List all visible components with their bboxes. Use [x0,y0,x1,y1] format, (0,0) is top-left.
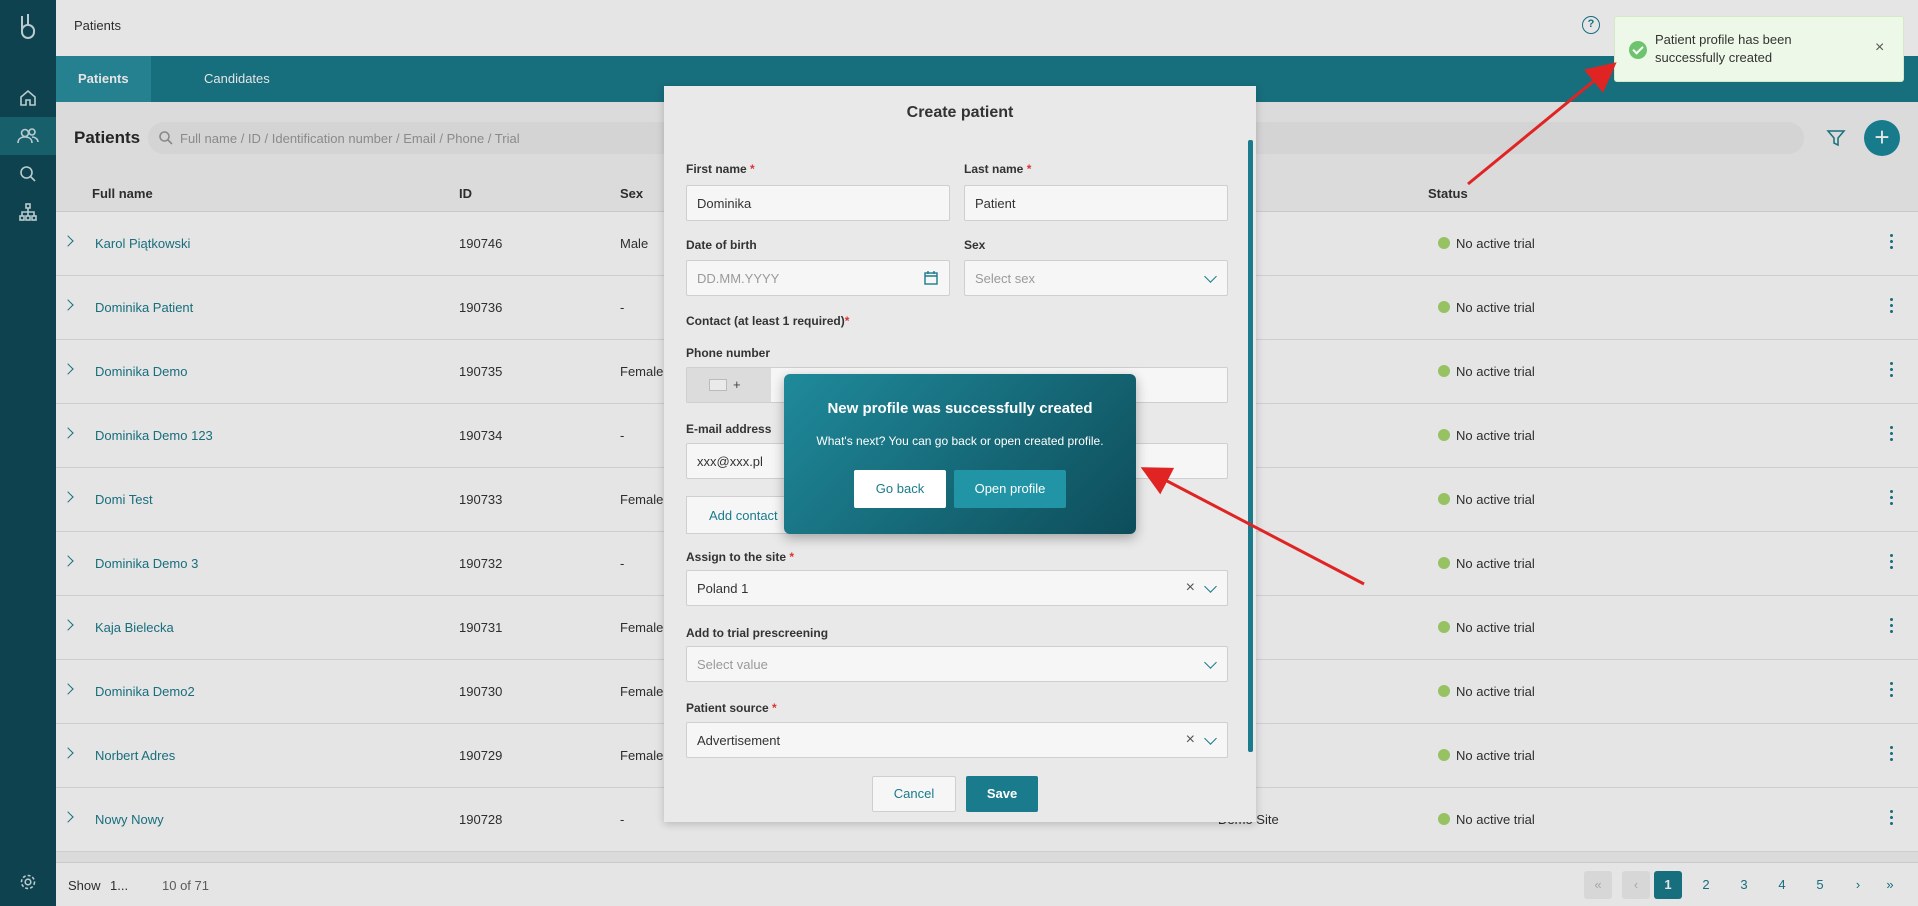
source-label: Patient source * [686,701,777,715]
sex-placeholder: Select sex [975,271,1035,286]
site-select[interactable]: Poland 1 × [686,570,1228,606]
trial-label: Add to trial prescreening [686,626,829,640]
first-name-value: Dominika [697,196,752,211]
flag-icon [709,379,727,391]
chevron-down-icon [1204,656,1217,669]
last-name-field[interactable]: Patient [964,185,1228,221]
calendar-icon[interactable] [923,270,939,289]
contact-label: Contact (at least 1 required)* [686,314,850,328]
email-value: xxx@xxx.pl [697,454,763,469]
dialog-scrollbar[interactable] [1248,140,1253,752]
chevron-down-icon [1204,732,1217,745]
last-name-label: Last name * [964,162,1032,176]
success-text: What's next? You can go back or open cre… [816,434,1104,448]
phone-label: Phone number [686,346,771,360]
close-icon[interactable]: × [1875,39,1884,57]
dob-field[interactable]: DD.MM.YYYY [686,260,950,296]
success-toast: Patient profile has been successfully cr… [1614,16,1904,82]
site-label: Assign to the site * [686,550,795,564]
dialog-title: Create patient [906,104,1014,121]
go-back-button[interactable]: Go back [854,470,946,508]
trial-placeholder: Select value [697,657,768,672]
source-value: Advertisement [697,733,781,748]
check-icon [1629,41,1647,59]
chevron-down-icon [1204,270,1217,283]
email-label: E-mail address [686,422,772,436]
sex-label: Sex [964,238,986,252]
success-title: New profile was successfully created [827,400,1093,417]
phone-prefix: + [733,377,741,392]
source-select[interactable]: Advertisement × [686,722,1228,758]
dob-placeholder: DD.MM.YYYY [697,271,780,286]
first-name-field[interactable]: Dominika [686,185,950,221]
clear-icon[interactable]: × [1186,731,1195,749]
open-profile-button[interactable]: Open profile [954,470,1066,508]
trial-select[interactable]: Select value [686,646,1228,682]
success-dialog: New profile was successfully created Wha… [784,374,1136,534]
clear-icon[interactable]: × [1186,579,1195,597]
site-value: Poland 1 [697,581,749,596]
save-button[interactable]: Save [966,776,1038,812]
add-contact-label: Add contact [709,508,778,523]
chevron-down-icon [1204,580,1217,593]
last-name-value: Patient [975,196,1016,211]
sex-select[interactable]: Select sex [964,260,1228,296]
phone-country-select[interactable]: + [687,368,771,402]
add-contact-button[interactable]: Add contact [686,496,796,534]
cancel-button[interactable]: Cancel [872,776,956,812]
dob-label: Date of birth [686,238,757,252]
toast-message: Patient profile has been successfully cr… [1655,32,1792,65]
first-name-label: First name * [686,162,755,176]
